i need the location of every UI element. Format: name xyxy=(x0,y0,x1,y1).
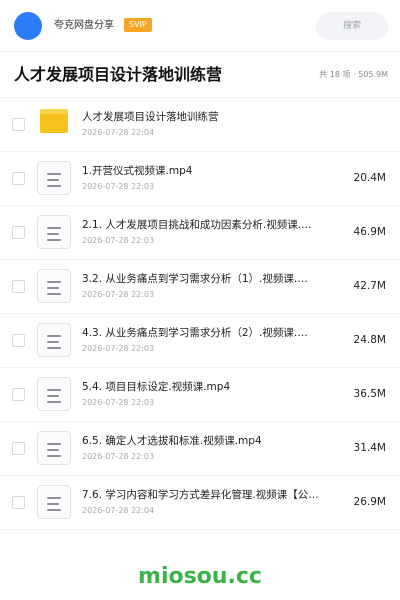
file-size: 42.7M xyxy=(353,280,386,292)
file-name: 人才发展项目设计落地训练营 xyxy=(82,111,219,123)
file-date: 2026-07-28 22:04 xyxy=(82,506,155,515)
select-checkbox[interactable] xyxy=(12,442,25,455)
file-date: 2026-07-28 22:03 xyxy=(82,236,155,245)
document-icon xyxy=(37,161,71,195)
item-summary: 共 18 项 · 505.9M xyxy=(319,70,388,79)
search-input[interactable]: 搜索 xyxy=(316,12,388,40)
file-size: 26.9M xyxy=(353,496,386,508)
file-date: 2026-07-28 22:03 xyxy=(82,290,155,299)
select-checkbox[interactable] xyxy=(12,118,25,131)
file-date: 2026-07-28 22:04 xyxy=(82,128,155,137)
file-date: 2026-07-28 22:03 xyxy=(82,452,155,461)
file-size: 36.5M xyxy=(353,388,386,400)
file-name: 7.6. 学习内容和学习方式差异化管理.视频课【公… xyxy=(82,489,319,501)
document-icon xyxy=(37,431,71,465)
file-list: 人才发展项目设计落地训练营 2026-07-28 22:04 1.开营仪式视频课.m… xyxy=(0,98,400,530)
list-item[interactable]: 5.4. 项目目标设定.视频课.mp4 2026-07-28 22:03 36.5M xyxy=(0,368,400,422)
file-name: 5.4. 项目目标设定.视频课.mp4 xyxy=(82,381,231,393)
svip-badge: SVIP xyxy=(124,18,152,32)
list-item[interactable]: 7.6. 学习内容和学习方式差异化管理.视频课【公… 2026-07-28 22:… xyxy=(0,476,400,530)
list-item[interactable]: 2.1. 人才发展项目挑战和成功因素分析.视频课.… 2026-07-28 22:… xyxy=(0,206,400,260)
file-name: 2.1. 人才发展项目挑战和成功因素分析.视频课.… xyxy=(82,219,312,231)
avatar[interactable] xyxy=(14,12,42,40)
watermark: miosou.cc xyxy=(138,564,262,589)
select-checkbox[interactable] xyxy=(12,280,25,293)
document-icon xyxy=(37,269,71,303)
file-name: 6.5. 确定人才选拔和标准.视频课.mp4 xyxy=(82,435,262,447)
file-size: 20.4M xyxy=(353,172,386,184)
list-item[interactable]: 1.开营仪式视频课.mp4 2026-07-28 22:03 20.4M xyxy=(0,152,400,206)
file-size: 46.9M xyxy=(353,226,386,238)
list-item[interactable]: 3.2. 从业务痛点到学习需求分析（1）.视频课.… 2026-07-28 22:… xyxy=(0,260,400,314)
page-title: 人才发展项目设计落地训练营 xyxy=(14,65,223,84)
file-date: 2026-07-28 22:03 xyxy=(82,182,155,191)
list-item[interactable]: 6.5. 确定人才选拔和标准.视频课.mp4 2026-07-28 22:03 31… xyxy=(0,422,400,476)
list-item[interactable]: 4.3. 从业务痛点到学习需求分析（2）.视频课.… 2026-07-28 22:… xyxy=(0,314,400,368)
select-checkbox[interactable] xyxy=(12,172,25,185)
select-checkbox[interactable] xyxy=(12,388,25,401)
list-item[interactable]: 人才发展项目设计落地训练营 2026-07-28 22:04 xyxy=(0,98,400,152)
file-date: 2026-07-28 22:03 xyxy=(82,398,155,407)
document-icon xyxy=(37,215,71,249)
file-name: 4.3. 从业务痛点到学习需求分析（2）.视频课.… xyxy=(82,327,308,339)
app-name: 夸克网盘分享 xyxy=(54,20,114,31)
file-date: 2026-07-28 22:03 xyxy=(82,344,155,353)
title-row: 人才发展项目设计落地训练营 共 18 项 · 505.9M xyxy=(0,52,400,98)
file-size: 24.8M xyxy=(353,334,386,346)
select-checkbox[interactable] xyxy=(12,334,25,347)
file-name: 1.开营仪式视频课.mp4 xyxy=(82,165,193,177)
folder-icon xyxy=(40,109,68,133)
document-icon xyxy=(37,377,71,411)
document-icon xyxy=(37,323,71,357)
select-checkbox[interactable] xyxy=(12,496,25,509)
file-name: 3.2. 从业务痛点到学习需求分析（1）.视频课.… xyxy=(82,273,308,285)
document-icon xyxy=(37,485,71,519)
app-header: 夸克网盘分享 SVIP 搜索 xyxy=(0,0,400,52)
select-checkbox[interactable] xyxy=(12,226,25,239)
file-size: 31.4M xyxy=(353,442,386,454)
